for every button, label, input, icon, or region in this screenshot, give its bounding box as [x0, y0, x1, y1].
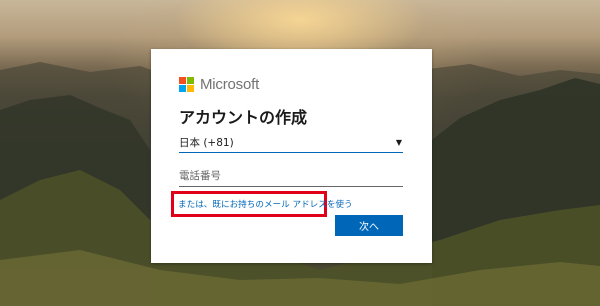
- phone-number-input[interactable]: [179, 166, 403, 187]
- logo-blue-square: [179, 84, 186, 92]
- signup-card: Microsoft アカウントの作成 日本 (+81) ▼ または、既にお持ちの…: [151, 49, 432, 263]
- logo-green-square: [187, 76, 194, 84]
- country-code-value: 日本 (+81): [179, 136, 234, 149]
- alt-link-highlight-box: または、既にお持ちのメール アドレスを使う: [171, 191, 353, 217]
- logo-red-square: [179, 76, 186, 84]
- logo-yellow-square: [187, 84, 194, 92]
- use-email-link[interactable]: または、既にお持ちのメール アドレスを使う: [178, 198, 353, 210]
- brand-name: Microsoft: [200, 76, 260, 93]
- microsoft-logo-icon: [179, 76, 195, 93]
- page-title: アカウントの作成: [179, 108, 308, 127]
- country-code-select[interactable]: 日本 (+81) ▼: [179, 132, 403, 153]
- brand: Microsoft: [179, 76, 259, 93]
- next-button[interactable]: 次へ: [335, 215, 403, 236]
- chevron-down-icon: ▼: [395, 137, 402, 147]
